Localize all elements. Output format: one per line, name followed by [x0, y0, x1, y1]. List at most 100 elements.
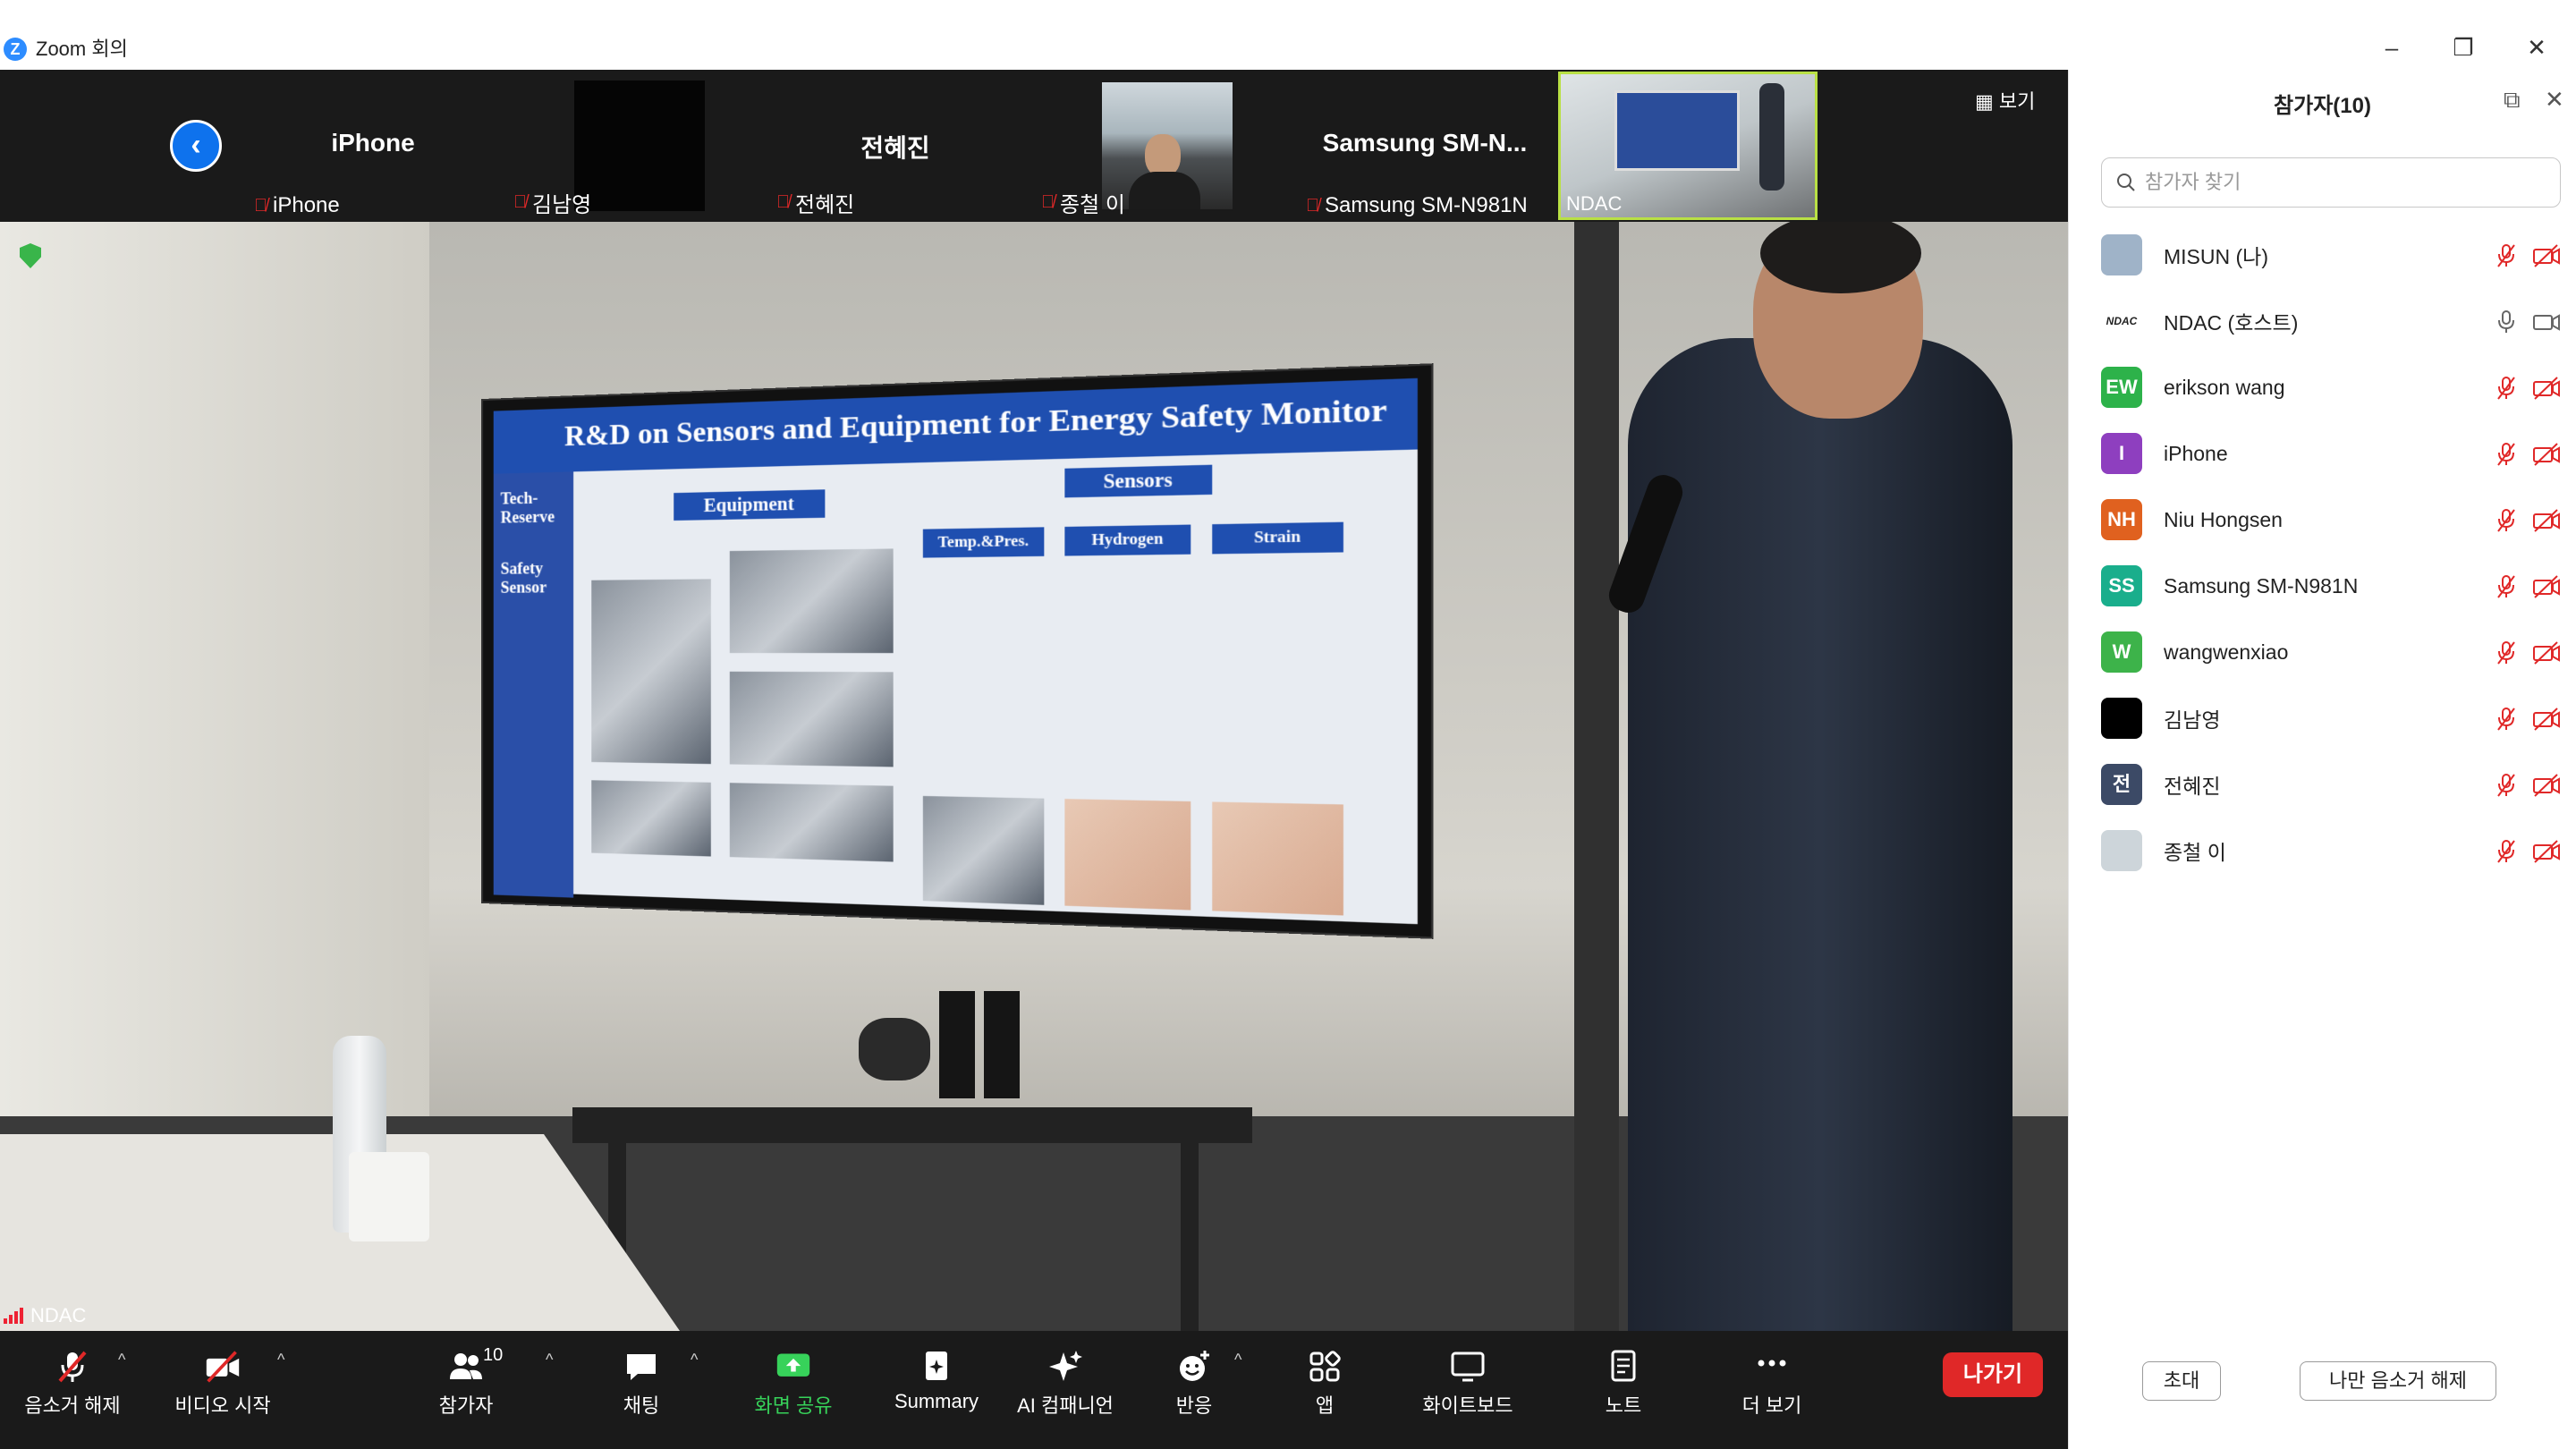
grid-view-icon: ▦ — [1975, 90, 1994, 113]
participant-list: MISUN (나) NDAC NDAC (호스트) EW erikson wang IiP… — [2101, 222, 2566, 884]
close-panel-icon[interactable]: ✕ — [2545, 86, 2564, 114]
participants-label: 참가자 — [438, 1394, 494, 1417]
share-screen-button[interactable]: 화면 공유 — [726, 1349, 860, 1419]
participant-row[interactable]: IiPhone — [2101, 420, 2566, 487]
close-window-button[interactable]: ✕ — [2519, 32, 2555, 63]
apps-button[interactable]: 앱 — [1258, 1349, 1392, 1419]
participants-button[interactable]: 10 참가자 — [399, 1345, 533, 1419]
slide-section: Equipment — [674, 489, 826, 521]
tile-label-text: iPhone — [273, 193, 340, 217]
start-video-button[interactable]: 비디오 시작 — [156, 1349, 290, 1419]
strip-prev-button[interactable]: ‹ — [170, 120, 222, 172]
participant-row[interactable]: NH Niu Hongsen — [2101, 487, 2566, 553]
presenter — [1628, 338, 2012, 1331]
video-tile[interactable]: 🎙̸ 김남영 — [503, 70, 762, 222]
more-button[interactable]: 더 보기 — [1705, 1349, 1839, 1419]
mic-muted-icon[interactable] — [2495, 773, 2518, 798]
chat-options-caret[interactable]: ^ — [691, 1351, 698, 1369]
invite-button[interactable]: 초대 — [2142, 1361, 2221, 1401]
ai-companion-button[interactable]: AI 컴패니언 — [998, 1349, 1132, 1419]
view-button-label: 보기 — [1998, 90, 2036, 113]
whiteboard-button[interactable]: 화이트보드 — [1401, 1349, 1535, 1419]
mic-muted-icon: 🎙̸ — [254, 195, 267, 216]
video-off-icon[interactable] — [2532, 574, 2561, 599]
mic-muted-icon[interactable] — [2495, 243, 2518, 268]
audio-options-caret[interactable]: ^ — [118, 1351, 125, 1369]
video-off-icon[interactable] — [2532, 839, 2561, 864]
restore-button[interactable]: ❐ — [2445, 32, 2481, 63]
participant-row[interactable]: NDAC NDAC (호스트) — [2101, 288, 2566, 354]
more-dots-icon — [1758, 1360, 1786, 1367]
unmute-label: 음소거 해제 — [24, 1394, 121, 1417]
mic-muted-icon[interactable] — [2495, 376, 2518, 401]
start-video-label: 비디오 시작 — [174, 1394, 271, 1417]
video-off-icon — [206, 1351, 240, 1383]
video-off-icon[interactable] — [2532, 442, 2561, 467]
avatar: NH — [2101, 499, 2142, 540]
video-tile[interactable]: iPhone 🎙̸ iPhone — [243, 70, 503, 222]
participants-options-caret[interactable]: ^ — [546, 1351, 553, 1369]
slide-section: Hydrogen — [1064, 524, 1191, 556]
slide-side-label: Safety Sensor — [500, 559, 547, 597]
participants-icon — [450, 1353, 482, 1379]
leave-button[interactable]: 나가기 — [1943, 1352, 2043, 1397]
participant-row[interactable]: EW erikson wang — [2101, 354, 2566, 420]
participants-count: 10 — [483, 1345, 504, 1365]
tile-name-label: 🎙̸ 종철 이 — [1041, 187, 1125, 218]
mic-muted-icon[interactable] — [2495, 839, 2518, 864]
reactions-label: 반응 — [1175, 1394, 1213, 1417]
summary-button[interactable]: Summary — [869, 1349, 1004, 1413]
video-tile[interactable]: 전혜진 🎙̸ 전혜진 — [766, 70, 1025, 222]
summary-icon — [926, 1352, 947, 1380]
tile-label-text: 전혜진 — [795, 193, 855, 217]
tile-display-name: 전혜진 — [860, 134, 930, 162]
pop-out-icon[interactable]: ⧉ — [2504, 86, 2521, 114]
reactions-options-caret[interactable]: ^ — [1234, 1351, 1241, 1369]
tile-name-label: 🎙̸ 전혜진 — [776, 187, 854, 218]
share-screen-icon — [776, 1353, 810, 1377]
mic-icon[interactable] — [2495, 309, 2518, 335]
video-tile-active-speaker[interactable]: NDAC — [1558, 72, 1818, 220]
avatar: SS — [2101, 565, 2142, 606]
room-camera — [859, 1018, 930, 1080]
mic-muted-icon[interactable] — [2495, 707, 2518, 732]
participant-row[interactable]: MISUN (나) — [2101, 222, 2566, 288]
avatar — [2101, 234, 2142, 275]
search-input[interactable] — [2145, 171, 2538, 194]
main-video-feed: R&D on Sensors and Equipment for Energy … — [0, 222, 2068, 1331]
video-off-icon[interactable] — [2532, 376, 2561, 401]
video-options-caret[interactable]: ^ — [277, 1351, 284, 1369]
tile-label-text: NDAC — [1566, 192, 1623, 215]
video-off-icon[interactable] — [2532, 707, 2561, 732]
view-button[interactable]: ▦ 보기 — [1975, 86, 2035, 114]
mic-muted-icon[interactable] — [2495, 442, 2518, 467]
notes-button[interactable]: 노트 — [1556, 1349, 1690, 1419]
video-off-icon[interactable] — [2532, 508, 2561, 533]
notes-label: 노트 — [1605, 1394, 1642, 1417]
avatar: NDAC — [2101, 301, 2142, 342]
video-tile[interactable]: 🎙̸ 종철 이 — [1030, 70, 1290, 222]
avatar — [2101, 830, 2142, 871]
chat-button[interactable]: 채팅 — [574, 1349, 708, 1419]
video-off-icon[interactable] — [2532, 640, 2561, 665]
participant-search[interactable] — [2101, 157, 2561, 208]
participant-row[interactable]: SS Samsung SM-N981N — [2101, 553, 2566, 619]
unmute-me-button[interactable]: 나만 음소거 해제 — [2300, 1361, 2496, 1401]
tile-label-text: Samsung SM-N981N — [1325, 193, 1528, 217]
share-screen-label: 화면 공유 — [754, 1394, 833, 1417]
video-icon[interactable] — [2532, 309, 2561, 335]
participant-row[interactable]: 종철 이 — [2101, 818, 2566, 884]
mic-muted-icon[interactable] — [2495, 508, 2518, 533]
participant-row[interactable]: Wwangwenxiao — [2101, 619, 2566, 685]
panel-title: 참가자(10) — [2274, 94, 2371, 118]
video-off-icon[interactable] — [2532, 773, 2561, 798]
mic-muted-icon: 🎙̸ — [1306, 195, 1319, 216]
minimize-button[interactable]: – — [2374, 32, 2410, 63]
mic-muted-icon[interactable] — [2495, 574, 2518, 599]
mic-muted-icon[interactable] — [2495, 640, 2518, 665]
participant-row[interactable]: 김남영 — [2101, 685, 2566, 751]
tile-name-label: NDAC — [1566, 192, 1622, 216]
video-tile[interactable]: Samsung SM-N... 🎙̸ Samsung SM-N981N — [1295, 70, 1555, 222]
video-off-icon[interactable] — [2532, 243, 2561, 268]
participant-row[interactable]: 전 전혜진 — [2101, 751, 2566, 818]
